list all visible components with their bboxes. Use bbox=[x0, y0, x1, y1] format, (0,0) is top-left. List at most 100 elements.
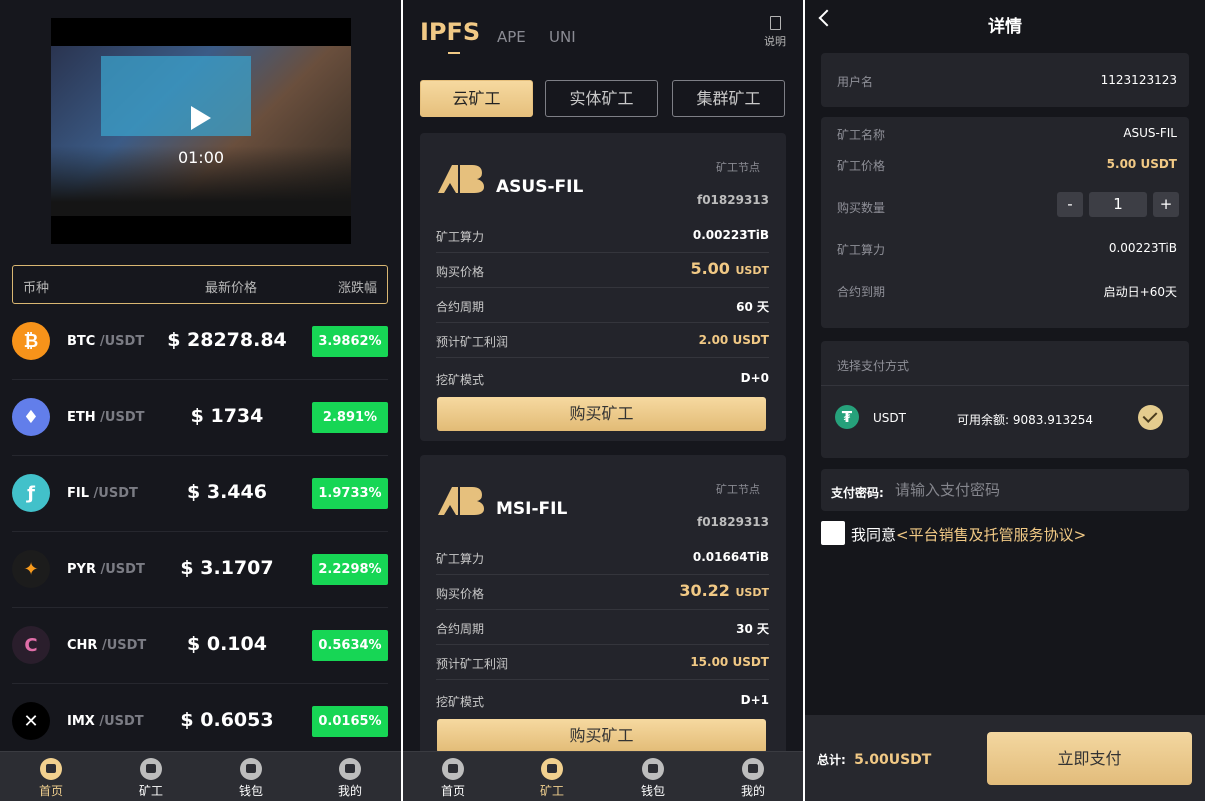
bottom-tabbar: 首页 矿工 钱包 我的 bbox=[0, 751, 401, 801]
miners-screen: IPFS APE UNI 说明 云矿工 实体矿工 集群矿工 ASUS-FIL 矿… bbox=[403, 0, 803, 801]
tab-wallet[interactable]: 钱包 bbox=[613, 752, 693, 801]
pair-symbol: IMX /USDT bbox=[67, 714, 144, 729]
market-table-header: 币种 最新价格 涨跌幅 bbox=[12, 265, 388, 304]
ethereum-icon: ♦ bbox=[12, 398, 50, 436]
buy-miner-button[interactable]: 购买矿工 bbox=[437, 397, 766, 431]
row-profit: 预计矿工利润 2.00 USDT bbox=[436, 323, 769, 358]
change-badge: 0.0165% bbox=[312, 706, 388, 737]
payment-method-box: 选择支付方式 ₮ USDT 可用余额: 9083.913254 bbox=[821, 341, 1189, 458]
row-mode: 挖矿模式 D+0 bbox=[436, 371, 769, 387]
segment-cloud-miner[interactable]: 云矿工 bbox=[420, 80, 533, 117]
change-badge: 0.5634% bbox=[312, 630, 388, 661]
tab-miner[interactable]: 矿工 bbox=[111, 752, 191, 801]
bottom-tabbar: 首页 矿工 钱包 我的 bbox=[403, 751, 803, 801]
available-balance: 可用余额: 9083.913254 bbox=[957, 413, 1094, 427]
agreement-text: 我同意<平台销售及托管服务协议> bbox=[851, 526, 1087, 544]
document-icon bbox=[769, 16, 781, 30]
miner-name: ASUS-FIL bbox=[496, 177, 584, 197]
change-badge: 3.9862% bbox=[312, 326, 388, 357]
pay-now-button[interactable]: 立即支付 bbox=[987, 732, 1192, 785]
row-power: 矿工算力 0.00223TiB bbox=[436, 218, 769, 253]
market-screen: 01:00 币种 最新价格 涨跌幅 ₿ BTC /USDT $ 28278.84 3.… bbox=[0, 0, 401, 801]
pair-symbol: BTC /USDT bbox=[67, 334, 145, 349]
play-icon[interactable] bbox=[191, 106, 211, 130]
quantity-value[interactable]: 1 bbox=[1089, 192, 1147, 217]
wallet-icon bbox=[642, 758, 664, 780]
user-box: 用户名 1123123123 bbox=[821, 53, 1189, 107]
detail-screen: 详情 用户名 1123123123 矿工名称 ASUS-FIL 矿工价格 5.0… bbox=[805, 0, 1205, 801]
market-row[interactable]: ♦ ETH /USDT $ 1734 2.891% bbox=[12, 380, 388, 456]
pair-symbol: FIL /USDT bbox=[67, 486, 138, 501]
page-title: 详情 bbox=[988, 17, 1022, 37]
row-price: 购买价格 5.00 USDT bbox=[436, 253, 769, 288]
tab-home[interactable]: 首页 bbox=[413, 752, 493, 801]
miner-info-box: 矿工名称 ASUS-FIL 矿工价格 5.00 USDT 购买数量 - 1 + … bbox=[821, 117, 1189, 328]
pair-price: $ 1734 bbox=[190, 405, 264, 427]
checkout-footer: 总计: 5.00USDT 立即支付 bbox=[805, 715, 1205, 801]
row-price: 购买价格 30.22 USDT bbox=[436, 575, 769, 610]
row-period: 合约周期 60 天 bbox=[436, 288, 769, 323]
user-icon bbox=[339, 758, 361, 780]
selected-check-icon[interactable] bbox=[1138, 405, 1163, 430]
tether-icon: ₮ bbox=[835, 405, 859, 429]
miner-icon bbox=[140, 758, 162, 780]
filecoin-icon: ƒ bbox=[12, 474, 50, 512]
chromia-icon: C bbox=[12, 626, 50, 664]
home-icon bbox=[40, 758, 62, 780]
segment-physical-miner[interactable]: 实体矿工 bbox=[545, 80, 658, 117]
pair-price: $ 3.1707 bbox=[180, 557, 274, 579]
market-row[interactable]: ₿ BTC /USDT $ 28278.84 3.9862% bbox=[12, 304, 388, 380]
row-mode: 挖矿模式 D+1 bbox=[436, 693, 769, 709]
pair-symbol: PYR /USDT bbox=[67, 562, 145, 577]
change-badge: 1.9733% bbox=[312, 478, 388, 509]
header-price: 最新价格 bbox=[205, 281, 258, 296]
tab-wallet[interactable]: 钱包 bbox=[211, 752, 291, 801]
market-row[interactable]: C CHR /USDT $ 0.104 0.5634% bbox=[12, 608, 388, 684]
tab-ipfs[interactable]: IPFS bbox=[420, 18, 480, 46]
miner-card: MSI-FIL 矿工节点 f01829313 矿工算力 0.01664TiB 购买… bbox=[420, 455, 786, 755]
change-badge: 2.2298% bbox=[312, 554, 388, 585]
agreement-link[interactable]: <平台销售及托管服务协议> bbox=[896, 526, 1086, 544]
node-label: 矿工节点 bbox=[716, 483, 760, 496]
change-badge: 2.891% bbox=[312, 402, 388, 433]
node-value: f01829313 bbox=[696, 193, 769, 207]
payment-coin: USDT bbox=[873, 411, 906, 425]
quantity-plus-button[interactable]: + bbox=[1153, 192, 1179, 217]
video-frame bbox=[51, 46, 351, 216]
help-doc-button[interactable]: 说明 bbox=[760, 16, 790, 49]
row-power: 矿工算力 0.01664TiB bbox=[436, 540, 769, 575]
tab-mine[interactable]: 我的 bbox=[310, 752, 390, 801]
tab-ape[interactable]: APE bbox=[497, 28, 526, 46]
tab-home[interactable]: 首页 bbox=[11, 752, 91, 801]
segment-cluster-miner[interactable]: 集群矿工 bbox=[672, 80, 785, 117]
quantity-minus-button[interactable]: - bbox=[1057, 192, 1083, 217]
tab-mine[interactable]: 我的 bbox=[713, 752, 793, 801]
video-stage-screen bbox=[101, 56, 251, 136]
tab-uni[interactable]: UNI bbox=[549, 28, 576, 46]
video-time: 01:00 bbox=[177, 148, 225, 167]
miner-name: MSI-FIL bbox=[496, 499, 568, 519]
bitcoin-icon: ₿ bbox=[12, 322, 50, 360]
pair-price: $ 0.6053 bbox=[180, 709, 274, 731]
wallet-icon bbox=[240, 758, 262, 780]
payment-method-title: 选择支付方式 bbox=[837, 359, 910, 373]
buy-miner-button[interactable]: 购买矿工 bbox=[437, 719, 766, 753]
payment-password-input[interactable] bbox=[895, 477, 1175, 503]
row-period: 合约周期 30 天 bbox=[436, 610, 769, 645]
miner-brand-icon bbox=[438, 487, 484, 515]
pair-price: $ 3.446 bbox=[187, 481, 267, 503]
header: 详情 bbox=[805, 0, 1205, 44]
vulcan-icon: ✦ bbox=[12, 550, 50, 588]
total: 总计: 5.00USDT bbox=[817, 752, 932, 768]
home-icon bbox=[442, 758, 464, 780]
miner-card: ASUS-FIL 矿工节点 f01829313 矿工算力 0.00223TiB 购… bbox=[420, 133, 786, 441]
node-value: f01829313 bbox=[696, 515, 769, 529]
node-label: 矿工节点 bbox=[716, 161, 760, 174]
market-row[interactable]: ✦ PYR /USDT $ 3.1707 2.2298% bbox=[12, 532, 388, 608]
password-box: 支付密码: bbox=[821, 469, 1189, 511]
market-row[interactable]: ƒ FIL /USDT $ 3.446 1.9733% bbox=[12, 456, 388, 532]
video-player[interactable]: 01:00 bbox=[51, 18, 351, 244]
tab-miner[interactable]: 矿工 bbox=[512, 752, 592, 801]
market-row[interactable]: ✕ IMX /USDT $ 0.6053 0.0165% bbox=[12, 684, 388, 760]
agree-checkbox[interactable] bbox=[821, 521, 845, 545]
